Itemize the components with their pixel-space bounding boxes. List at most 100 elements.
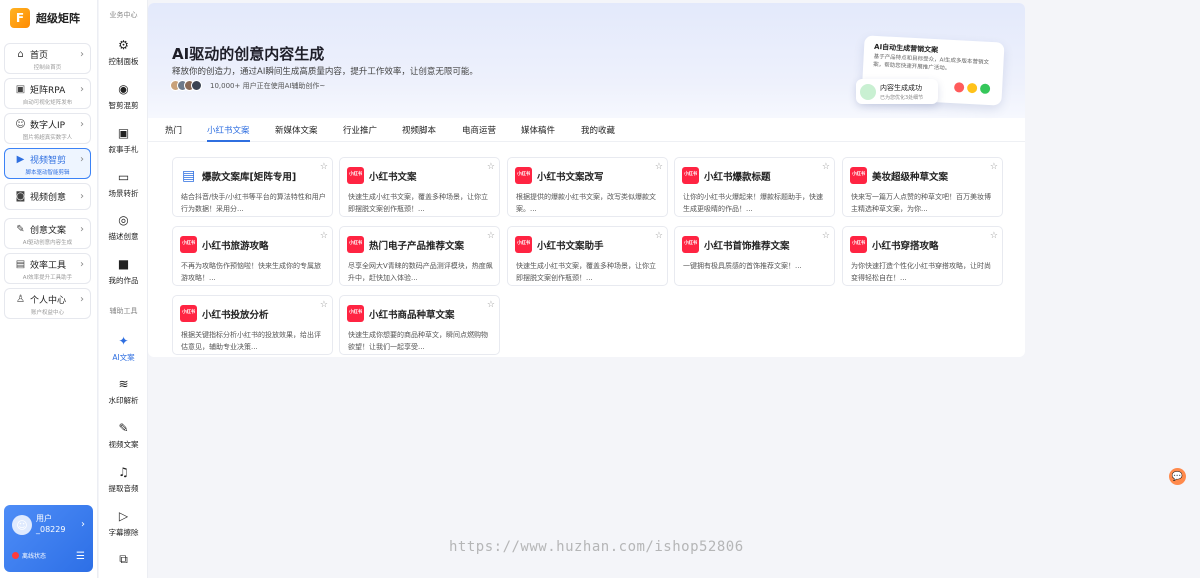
sidebar-item-sub: 账户权益中心 — [30, 310, 64, 316]
sidebar-item-label: 创意文案 — [30, 226, 67, 236]
template-card[interactable]: 小红书 小红书文案 ☆ 快速生成小红书文案，覆盖多种场景，让你立即摆脱文案创作瓶… — [339, 157, 500, 217]
tool-describe-idea[interactable]: ◎ 描述创意 — [99, 212, 148, 242]
chevron-right-icon: › — [80, 119, 84, 130]
gear-icon: ⚙ — [118, 38, 129, 52]
toast-sub: 已为您优化3处细节 — [880, 95, 924, 101]
edit-icon: ✎ — [118, 421, 129, 435]
star-icon[interactable]: ☆ — [990, 162, 998, 172]
star-icon[interactable]: ☆ — [822, 162, 830, 172]
dot-red-icon — [953, 82, 965, 93]
card-title: 小红书商品种草文案 — [369, 310, 455, 321]
sidebar-item-tools[interactable]: ▤ 效率工具 › AI效率提升工具助手 — [4, 253, 91, 284]
sidebar-item-label: 个人中心 — [30, 296, 67, 306]
star-icon[interactable]: ☆ — [320, 162, 328, 172]
chevron-right-icon: › — [80, 190, 84, 202]
tab-media-press[interactable]: 媒体稿件 — [521, 124, 555, 136]
template-card[interactable]: 小红书 小红书投放分析 ☆ 根据关键指标分析小红书的投放效果，给出评估意见，辅助… — [172, 295, 333, 355]
film-icon: ▭ — [117, 170, 130, 184]
tool-control-panel[interactable]: ⚙ 控制面板 — [99, 37, 148, 67]
hero-subtitle: 释放你的创造力，通过AI瞬间生成高质量内容，提升工作效率，让创意无限可能。 — [172, 67, 478, 77]
edit-icon: ✎ — [16, 224, 25, 235]
star-icon[interactable]: ☆ — [487, 162, 495, 172]
template-card[interactable]: 小红书 热门电子产品推荐文案 ☆ 尽享全网大V青睐的数码产品测评模块，热度飙升中… — [339, 226, 500, 286]
tool-ai-copy[interactable]: ✦ AI文案 — [99, 333, 148, 363]
robot-icon: ☺ — [15, 119, 26, 130]
star-icon[interactable]: ☆ — [487, 300, 495, 310]
card-desc: 快速生成小红书文案，覆盖多种场景，让你立即摆脱文案创作瓶颈！... — [348, 193, 488, 213]
sidebar-item-digital-ip[interactable]: ☺ 数字人IP › 图片将超真实数字人 — [4, 113, 91, 144]
tab-xiaohongshu[interactable]: 小红书文案 — [207, 124, 250, 142]
tool-label: 智剪混剪 — [108, 101, 139, 110]
card-title: 小红书投放分析 — [202, 310, 269, 321]
tool-scene-transition[interactable]: ▭ 场景转折 — [99, 169, 148, 199]
avatar — [191, 80, 202, 91]
template-card[interactable]: 小红书 小红书文案助手 ☆ 快速生成小红书文案，覆盖多种场景，让你立即摆脱文案创… — [507, 226, 668, 286]
tool-label: 水印解析 — [108, 396, 139, 405]
star-icon[interactable]: ☆ — [822, 231, 830, 241]
tool-subtitle-erase[interactable]: ▷ 字幕擦除 — [99, 508, 148, 538]
sidebar-item-label: 视频智剪 — [30, 156, 67, 166]
template-card[interactable]: 小红书 小红书爆款标题 ☆ 让你的小红书火爆起来！爆款标题助手，快速生成更吸睛的… — [674, 157, 835, 217]
xiaohongshu-icon: 小红书 — [682, 167, 699, 184]
chat-icon[interactable]: 💬 — [1169, 468, 1186, 485]
tab-hot[interactable]: 热门 — [165, 124, 182, 136]
chevron-right-icon: › — [80, 84, 84, 95]
card-desc: 快速生成你想要的商品种草文，瞬间点燃购物欲望！让我们一起享受... — [348, 331, 488, 351]
video-camera-icon: ■ — [117, 257, 130, 271]
user-card[interactable]: ☺ 用户 _08229 › 离线状态 ☰ — [4, 505, 93, 572]
tab-industry[interactable]: 行业推广 — [343, 124, 377, 136]
card-title: 小红书旅游攻略 — [202, 241, 269, 252]
card-desc: 结合抖音/快手/小红书等平台的算法特性和用户行为数据！采用分... — [181, 193, 326, 213]
sidebar-item-rpa[interactable]: ▣ 矩阵RPA › 自动可视化矩阵发布 — [4, 78, 91, 109]
dot-green-icon — [979, 83, 991, 95]
avatar: ☺ — [12, 515, 32, 535]
menu-icon[interactable]: ☰ — [76, 551, 85, 562]
xiaohongshu-icon: 小红书 — [515, 167, 532, 184]
sidebar-item-video-idea[interactable]: ◙ 视频创意 › — [4, 183, 91, 210]
template-card[interactable]: 小红书 小红书商品种草文案 ☆ 快速生成你想要的商品种草文，瞬间点燃购物欲望！让… — [339, 295, 500, 355]
tool-label: 场景转折 — [108, 189, 139, 198]
star-icon[interactable]: ☆ — [320, 300, 328, 310]
tab-favorites[interactable]: 我的收藏 — [581, 124, 615, 136]
tool-my-works[interactable]: ■ 我的作品 — [99, 256, 148, 286]
tab-ecommerce[interactable]: 电商运营 — [462, 124, 496, 136]
camera-icon: ◙ — [15, 190, 26, 202]
target-icon: ◎ — [118, 213, 129, 227]
star-icon[interactable]: ☆ — [655, 231, 663, 241]
tool-extract-audio[interactable]: ♫ 提取音频 — [99, 464, 148, 494]
tool-video-copy[interactable]: ✎ 视频文案 — [99, 420, 148, 450]
template-card[interactable]: 小红书 小红书旅游攻略 ☆ 不再为攻略伤作预恼啦！快来生成你的专属旅游攻略！..… — [172, 226, 333, 286]
template-card[interactable]: 小红书 美妆超级种草文案 ☆ 快来写一篇万人点赞的种草文吧！百万美妆博主精选种草… — [842, 157, 1003, 217]
sidebar-item-home[interactable]: ⌂ 首页 › 控制台首页 — [4, 43, 91, 74]
brand[interactable]: F 超级矩阵 — [0, 0, 97, 36]
star-icon[interactable]: ☆ — [487, 231, 495, 241]
tab-new-media[interactable]: 新媒体文案 — [275, 124, 318, 136]
dot-yellow-icon — [966, 82, 978, 94]
card-title: 热门电子产品推荐文案 — [369, 241, 465, 252]
tool-more[interactable]: ⧉ — [99, 551, 148, 567]
check-icon — [860, 84, 876, 100]
sidebar-item-video-edit[interactable]: ▶ 视频智剪 › 脚本驱动智能剪辑 — [4, 148, 91, 179]
sidebar-item-copywriting[interactable]: ✎ 创意文案 › AI驱动创意内容生成 — [4, 218, 91, 249]
sidebar-item-profile[interactable]: ♙ 个人中心 › 账户权益中心 — [4, 288, 91, 319]
hero-banner: AI驱动的创意内容生成 释放你的创造力，通过AI瞬间生成高质量内容，提升工作效率… — [148, 3, 1025, 118]
template-card[interactable]: 小红书 小红书穿搭攻略 ☆ 为你快速打造个性化小红书穿搭攻略，让时尚变得轻松自在… — [842, 226, 1003, 286]
star-icon[interactable]: ☆ — [320, 231, 328, 241]
star-icon[interactable]: ☆ — [655, 162, 663, 172]
tool-narrative[interactable]: ▣ 叙事手札 — [99, 125, 148, 155]
template-card[interactable]: 小红书 小红书文案改写 ☆ 根据提供的爆款小红书文案，改写类似爆款文案。... — [507, 157, 668, 217]
card-title: 小红书文案助手 — [537, 241, 604, 252]
star-icon[interactable]: ☆ — [990, 231, 998, 241]
template-card[interactable]: 小红书 小红书首饰推荐文案 ☆ 一键拥有极具质感的首饰推荐文案！... — [674, 226, 835, 286]
xiaohongshu-icon: 小红书 — [347, 236, 364, 253]
tab-video-script[interactable]: 视频脚本 — [402, 124, 436, 136]
tool-label: 字幕擦除 — [108, 528, 139, 537]
sidebar-item-sub: AI效率提升工具助手 — [22, 275, 73, 281]
chevron-right-icon[interactable]: › — [81, 519, 85, 530]
card-title: 小红书首饰推荐文案 — [704, 241, 790, 252]
card-desc: 让你的小红书火爆起来！爆款标题助手，快速生成更吸睛的作品！... — [683, 193, 823, 213]
tool-smart-mix[interactable]: ◉ 智剪混剪 — [99, 81, 148, 111]
template-card[interactable]: ▤ 爆款文案库[矩阵专用] ☆ 结合抖音/快手/小红书等平台的算法特性和用户行为… — [172, 157, 333, 217]
watermark-url: https://www.huzhan.com/ishop52806 — [449, 539, 744, 555]
tool-watermark[interactable]: ≋ 水印解析 — [99, 376, 148, 406]
